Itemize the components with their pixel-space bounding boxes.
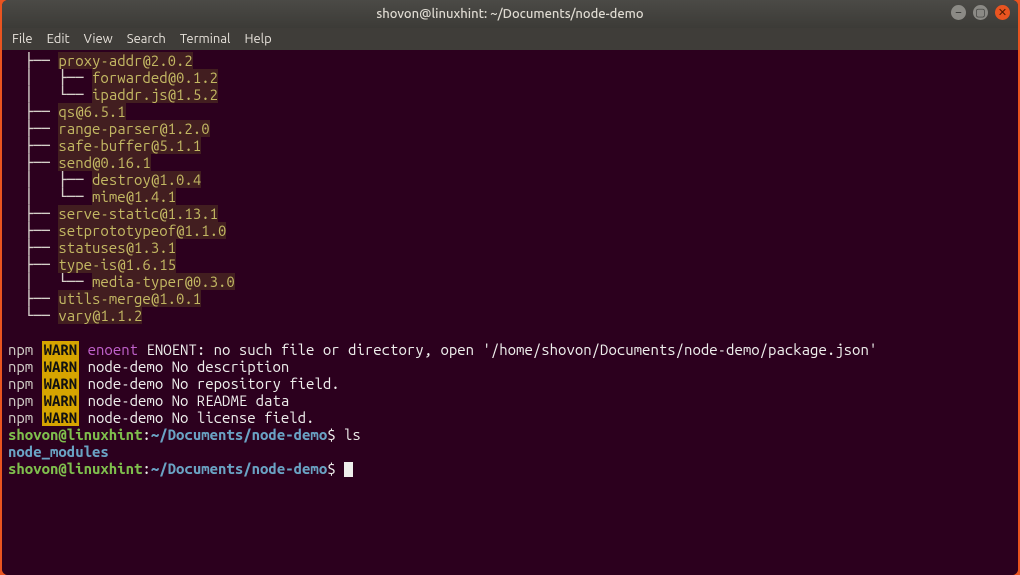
warn-message: ENOENT: no such file or directory, open … (146, 341, 877, 358)
prompt-sep: : (142, 426, 150, 443)
package-entry: media-typer@0.3.0 (92, 273, 235, 290)
package-entry: statuses@1.3.1 (58, 239, 176, 256)
tree-branch: │ ├── (8, 171, 92, 188)
menu-search[interactable]: Search (127, 32, 166, 46)
menubar: File Edit View Search Terminal Help (2, 28, 1018, 50)
tree-branch: │ ├── (8, 69, 92, 86)
tree-branch: ├── (8, 120, 58, 137)
command: ls (344, 426, 361, 443)
maximize-icon[interactable]: ▢ (973, 5, 988, 20)
close-icon[interactable]: ✕ (995, 5, 1010, 20)
package-entry: setprototypeof@1.1.0 (58, 222, 226, 239)
package-entry: vary@1.1.2 (58, 307, 142, 324)
package-entry: safe-buffer@5.1.1 (58, 137, 201, 154)
menu-view[interactable]: View (84, 32, 113, 46)
tree-branch: │ └── (8, 188, 92, 205)
tree-branch: ├── (8, 154, 58, 171)
menu-help[interactable]: Help (244, 32, 271, 46)
package-entry: utils-merge@1.0.1 (58, 290, 201, 307)
prompt-path: ~/Documents/node-demo (151, 460, 327, 477)
npm-label: npm (8, 375, 33, 392)
warn-badge: WARN (42, 358, 80, 375)
warn-badge: WARN (42, 392, 80, 409)
tree-branch: ├── (8, 205, 58, 222)
warn-tag: node-demo (88, 358, 164, 375)
npm-label: npm (8, 358, 33, 375)
terminal-window: shovon@linuxhint: ~/Documents/node-demo … (2, 0, 1018, 575)
prompt-dollar: $ (327, 426, 335, 443)
ls-output-dir: node_modules (8, 443, 109, 460)
menu-edit[interactable]: Edit (47, 32, 70, 46)
tree-branch: ├── (8, 256, 58, 273)
menu-terminal[interactable]: Terminal (180, 32, 231, 46)
package-entry: send@0.16.1 (58, 154, 150, 171)
npm-label: npm (8, 392, 33, 409)
warn-badge: WARN (42, 375, 80, 392)
warn-tag: node-demo (88, 375, 164, 392)
package-entry: type-is@1.6.15 (58, 256, 176, 273)
titlebar: shovon@linuxhint: ~/Documents/node-demo … (2, 0, 1018, 28)
package-entry: qs@6.5.1 (58, 103, 125, 120)
tree-branch: ├── (8, 52, 58, 69)
warn-badge: WARN (42, 409, 80, 426)
minimize-icon[interactable]: – (951, 5, 966, 20)
warn-tag: node-demo (88, 392, 164, 409)
package-entry: proxy-addr@2.0.2 (58, 52, 192, 69)
window-controls: – ▢ ✕ (951, 5, 1010, 20)
tree-branch: ├── (8, 103, 58, 120)
tree-branch: ├── (8, 290, 58, 307)
npm-label: npm (8, 341, 33, 358)
warn-tag: node-demo (88, 409, 164, 426)
prompt-sep: : (142, 460, 150, 477)
prompt-dollar: $ (327, 460, 335, 477)
package-entry: range-parser@1.2.0 (58, 120, 209, 137)
tree-branch: ├── (8, 239, 58, 256)
warn-message: No license field. (172, 409, 315, 426)
package-entry: mime@1.4.1 (92, 188, 176, 205)
prompt-user: shovon@linuxhint (8, 426, 142, 443)
package-entry: ipaddr.js@1.5.2 (92, 86, 218, 103)
warn-message: No repository field. (172, 375, 340, 392)
package-entry: forwarded@0.1.2 (92, 69, 218, 86)
tree-branch: ├── (8, 222, 58, 239)
prompt-path: ~/Documents/node-demo (151, 426, 327, 443)
package-entry: serve-static@1.13.1 (58, 205, 218, 222)
npm-label: npm (8, 409, 33, 426)
prompt-user: shovon@linuxhint (8, 460, 142, 477)
package-entry: destroy@1.0.4 (92, 171, 201, 188)
terminal-output[interactable]: ├── proxy-addr@2.0.2 │ ├── forwarded@0.1… (2, 50, 1018, 575)
warn-message: No description (172, 358, 290, 375)
tree-branch: ├── (8, 137, 58, 154)
warn-message: No README data (172, 392, 290, 409)
tree-branch: │ └── (8, 86, 92, 103)
warn-tag: enoent (88, 341, 138, 358)
warn-badge: WARN (42, 341, 80, 358)
menu-file[interactable]: File (12, 32, 33, 46)
tree-branch: └── (8, 307, 58, 324)
cursor (344, 462, 353, 477)
tree-branch: │ └── (8, 273, 92, 290)
window-title: shovon@linuxhint: ~/Documents/node-demo (376, 7, 643, 21)
